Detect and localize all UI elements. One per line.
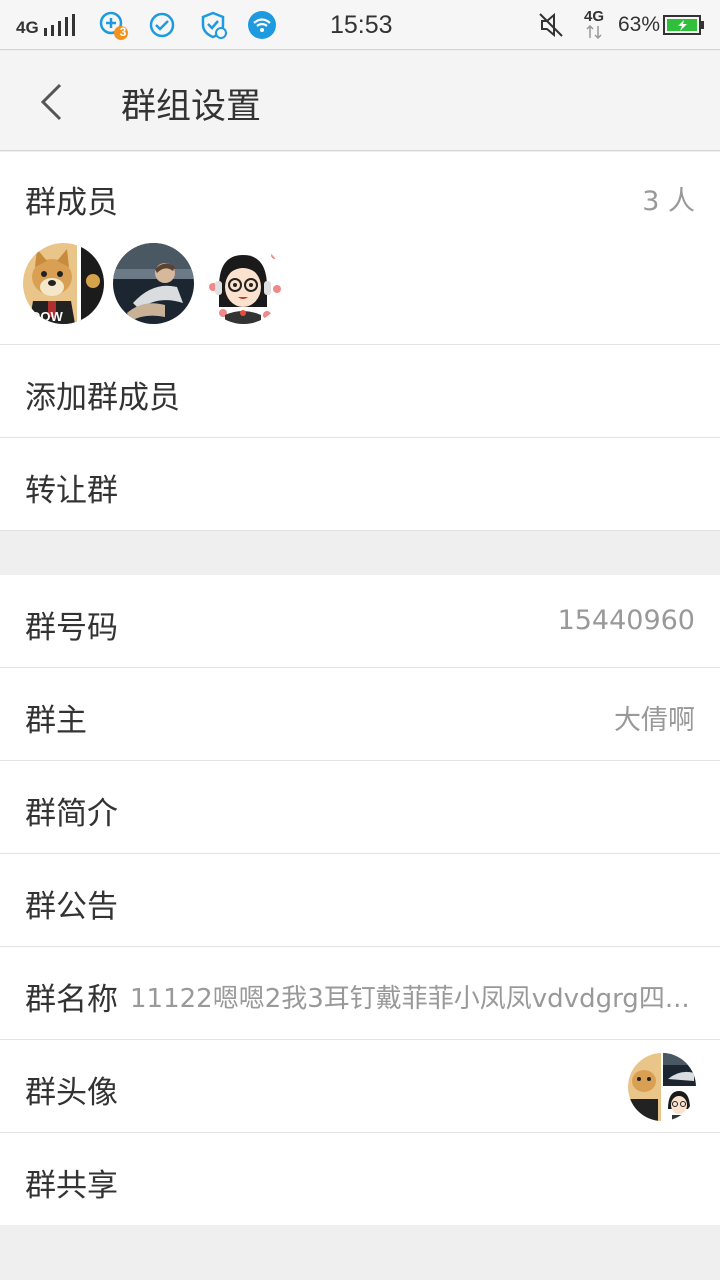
- member-avatar-boy[interactable]: [113, 243, 194, 324]
- wifi-icon: [248, 11, 276, 39]
- page-title: 群组设置: [121, 87, 262, 127]
- network-type-left: 4G: [16, 18, 39, 37]
- group-owner-row[interactable]: 群主 大倩啊: [0, 668, 720, 761]
- group-share-label: 群共享: [25, 1168, 118, 1204]
- members-count: 3 人: [642, 186, 695, 217]
- signal-icon: [44, 14, 75, 36]
- members-label: 群成员: [25, 185, 118, 221]
- divider: [0, 530, 720, 531]
- member-avatar-girl[interactable]: [203, 243, 284, 324]
- battery-charging-icon: [663, 15, 704, 35]
- svg-text:DOW: DOW: [31, 309, 64, 324]
- group-share-row[interactable]: 群共享: [0, 1133, 720, 1226]
- group-info-section: 群号码 15440960 群主 大倩啊 群简介 群公告 群名称 11122嗯嗯2…: [0, 575, 720, 1225]
- group-intro-row[interactable]: 群简介: [0, 761, 720, 854]
- add-member-label: 添加群成员: [25, 380, 180, 416]
- group-name-value: 11122嗯嗯2我3耳钉戴菲菲小凤凤vdvdgrg四...: [130, 984, 690, 1014]
- group-number-label: 群号码: [25, 610, 118, 646]
- network-type-right: 4G: [584, 8, 605, 25]
- chevron-left-icon[interactable]: [28, 77, 78, 127]
- group-name-label: 群名称: [25, 982, 118, 1018]
- notification-badge-count: 3: [119, 25, 127, 39]
- member-avatar-dog[interactable]: DOW: [23, 243, 104, 324]
- battery-percent: 63%: [618, 13, 661, 36]
- data-arrows-icon: [586, 25, 602, 39]
- group-avatar-image[interactable]: [628, 1053, 696, 1121]
- group-owner-value: 大倩啊: [614, 705, 695, 736]
- add-member-row[interactable]: 添加群成员: [0, 345, 720, 438]
- check-circle-icon: [149, 12, 175, 38]
- clock: 15:53: [330, 11, 393, 39]
- group-avatar-row[interactable]: 群头像: [0, 1040, 720, 1133]
- status-bar: 4G 3 15:53 4G 63%: [0, 0, 720, 50]
- group-name-row[interactable]: 群名称 11122嗯嗯2我3耳钉戴菲菲小凤凤vdvdgrg四...: [0, 947, 720, 1040]
- group-avatar-label: 群头像: [25, 1075, 118, 1111]
- transfer-group-label: 转让群: [25, 473, 118, 509]
- mute-icon: [539, 12, 563, 38]
- transfer-group-row[interactable]: 转让群: [0, 438, 720, 531]
- group-owner-label: 群主: [25, 703, 87, 739]
- group-intro-label: 群简介: [25, 796, 118, 832]
- shield-clock-icon: [201, 11, 227, 39]
- group-announcement-label: 群公告: [25, 889, 118, 925]
- members-section: 群成员 3 人 DOW 添加群成员 转让群: [0, 152, 720, 531]
- group-number-value: 15440960: [557, 605, 695, 636]
- group-number-row[interactable]: 群号码 15440960: [0, 575, 720, 668]
- group-announcement-row[interactable]: 群公告: [0, 854, 720, 947]
- app-header: 群组设置: [0, 51, 720, 151]
